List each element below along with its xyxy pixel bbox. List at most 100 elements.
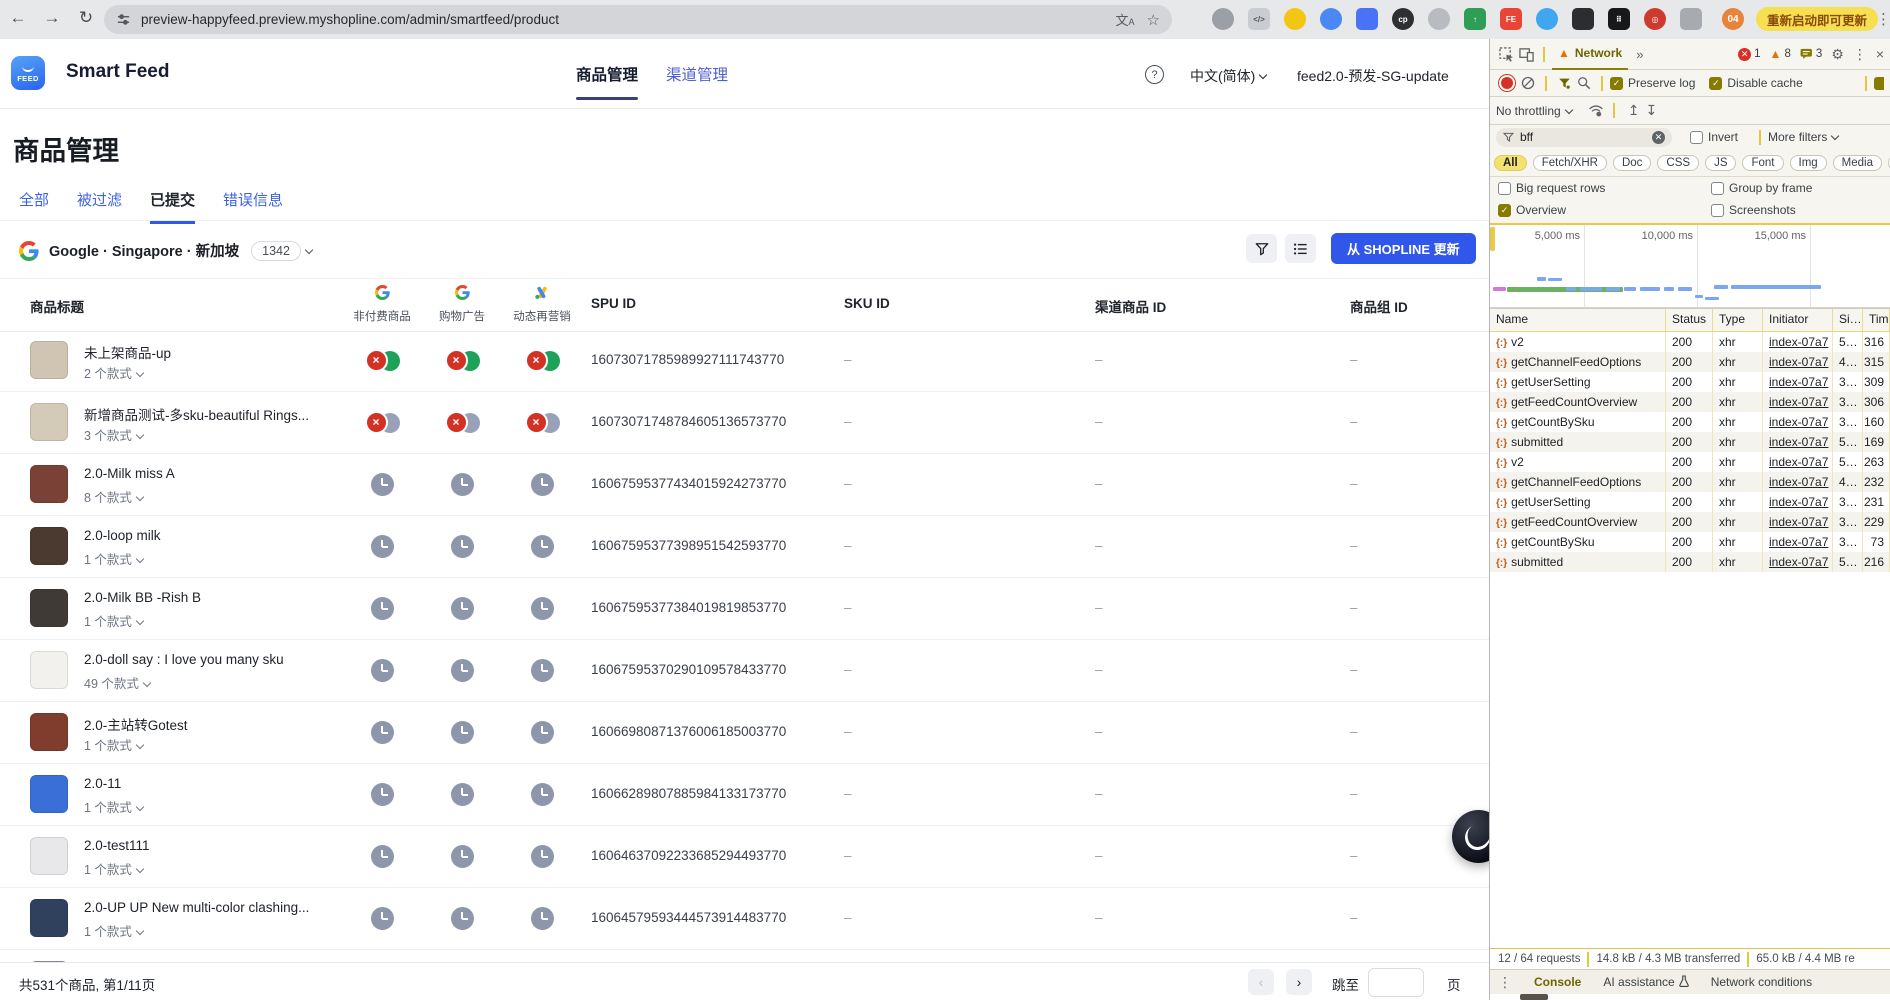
- network-conditions-icon[interactable]: [1586, 101, 1606, 121]
- grid-column-status[interactable]: Status: [1666, 309, 1713, 331]
- invert-checkbox[interactable]: [1690, 131, 1703, 144]
- extension-icon[interactable]: [1320, 8, 1342, 30]
- filter-chip-media[interactable]: Media: [1833, 155, 1882, 171]
- extension-badge[interactable]: 04: [1722, 8, 1744, 30]
- translate-icon[interactable]: 文A: [1116, 10, 1135, 29]
- table-row[interactable]: 新增商品测试-多sku-beautiful Rings...3 个款式×××16…: [0, 392, 1489, 454]
- initiator-link[interactable]: index-07a7: [1769, 515, 1828, 529]
- extension-icon[interactable]: cp: [1392, 8, 1414, 30]
- checkbox[interactable]: [1711, 204, 1724, 217]
- extension-icon[interactable]: [1284, 8, 1306, 30]
- grid-column-name[interactable]: Name: [1490, 309, 1666, 331]
- import-har-icon[interactable]: ↥: [1628, 102, 1640, 119]
- checkbox[interactable]: [1498, 204, 1511, 217]
- tab-errors[interactable]: 错误信息: [223, 189, 283, 224]
- product-variants[interactable]: 1 个款式: [84, 921, 143, 940]
- display-settings-button[interactable]: [1285, 234, 1316, 263]
- extension-icon[interactable]: FE: [1500, 8, 1522, 30]
- drawer-menu-icon[interactable]: ⋮: [1498, 974, 1512, 991]
- table-row[interactable]: 2.0-主站转Gotest1 个款式1606698087137600618500…: [0, 702, 1489, 764]
- extension-icon[interactable]: [1356, 8, 1378, 30]
- tab-filtered[interactable]: 被过滤: [77, 189, 122, 224]
- clear-filter-icon[interactable]: ✕: [1652, 131, 1665, 144]
- tab-product-management[interactable]: 商品管理: [576, 39, 638, 108]
- devtools-menu-icon[interactable]: ⋮: [1853, 46, 1867, 63]
- site-settings-icon[interactable]: [116, 12, 131, 27]
- extension-icon[interactable]: ↑: [1464, 8, 1486, 30]
- throttling-select[interactable]: No throttling: [1496, 104, 1572, 118]
- network-request-row[interactable]: {:}submitted200xhrindex-07a75…169: [1490, 432, 1890, 452]
- filter-button[interactable]: [1246, 234, 1277, 263]
- initiator-link[interactable]: index-07a7: [1769, 355, 1828, 369]
- network-request-row[interactable]: {:}getChannelFeedOptions200xhrindex-07a7…: [1490, 352, 1890, 372]
- checkbox[interactable]: [1498, 182, 1511, 195]
- initiator-link[interactable]: index-07a7: [1769, 555, 1828, 569]
- initiator-link[interactable]: index-07a7: [1769, 475, 1828, 489]
- settings-gear-icon[interactable]: ⚙: [1831, 46, 1844, 63]
- export-har-icon[interactable]: ↧: [1645, 102, 1657, 119]
- extension-icon[interactable]: </>: [1248, 8, 1270, 30]
- grid-column-time[interactable]: Time: [1863, 309, 1890, 331]
- table-row[interactable]: 2.0-111 个款式16066289807885984133173770–––: [0, 764, 1489, 826]
- forward-icon[interactable]: →: [40, 8, 64, 28]
- inspect-element-icon[interactable]: [1496, 44, 1516, 64]
- initiator-link[interactable]: index-07a7: [1769, 335, 1828, 349]
- extension-icon[interactable]: ◎: [1644, 8, 1666, 30]
- tab-submitted[interactable]: 已提交: [150, 189, 195, 224]
- option-big-request-rows[interactable]: Big request rows: [1498, 181, 1619, 195]
- help-icon[interactable]: ?: [1145, 65, 1164, 84]
- issues-count-badge[interactable]: 3: [1800, 48, 1822, 60]
- drawer-tab-console[interactable]: Console: [1534, 975, 1581, 989]
- device-toolbar-icon[interactable]: [1516, 44, 1536, 64]
- filter-chip-fetch-xhr[interactable]: Fetch/XHR: [1533, 155, 1607, 171]
- initiator-link[interactable]: index-07a7: [1769, 375, 1828, 389]
- table-row[interactable]: 2.0-Milk BB -Rish B1 个款式1606759537738401…: [0, 578, 1489, 640]
- filter-input[interactable]: bff ✕: [1496, 128, 1672, 147]
- browser-menu-icon[interactable]: ⋮: [1876, 10, 1890, 28]
- initiator-link[interactable]: index-07a7: [1769, 415, 1828, 429]
- tab-channel-management[interactable]: 渠道管理: [666, 39, 728, 108]
- address-bar[interactable]: preview-happyfeed.preview.myshopline.com…: [104, 5, 1172, 34]
- grid-column-initiator[interactable]: Initiator: [1763, 309, 1833, 331]
- product-variants[interactable]: 8 个款式: [84, 487, 143, 506]
- extension-icon[interactable]: ⠿: [1608, 8, 1630, 30]
- extension-icon[interactable]: [1212, 8, 1234, 30]
- timeline-handle[interactable]: [1490, 227, 1495, 251]
- search-icon[interactable]: [1574, 73, 1594, 93]
- network-request-row[interactable]: {:}getUserSetting200xhrindex-07a73…231: [1490, 492, 1890, 512]
- network-request-row[interactable]: {:}v2200xhrindex-07a75…316: [1490, 332, 1890, 352]
- initiator-link[interactable]: index-07a7: [1769, 395, 1828, 409]
- filter-chip-css[interactable]: CSS: [1657, 155, 1699, 171]
- network-request-row[interactable]: {:}submitted200xhrindex-07a75…216: [1490, 552, 1890, 572]
- tab-all[interactable]: 全部: [19, 189, 49, 224]
- initiator-link[interactable]: index-07a7: [1769, 495, 1828, 509]
- option-overview[interactable]: Overview: [1498, 203, 1580, 217]
- chevron-down-icon[interactable]: [305, 245, 313, 253]
- page-number-input[interactable]: [1368, 968, 1424, 997]
- extension-icon[interactable]: [1428, 8, 1450, 30]
- drawer-tab-ai-assistance[interactable]: AI assistance: [1603, 975, 1688, 990]
- option-group-by-frame[interactable]: Group by frame: [1711, 181, 1826, 195]
- table-row[interactable]: 2.0-loop milk1 个款式1606759537739895154259…: [0, 516, 1489, 578]
- extension-icon[interactable]: [1680, 8, 1702, 30]
- update-from-shopline-button[interactable]: 从 SHOPLINE 更新: [1331, 233, 1476, 264]
- product-variants[interactable]: 1 个款式: [84, 611, 143, 630]
- product-variants[interactable]: 2 个款式: [84, 363, 143, 382]
- extension-icon[interactable]: [1536, 8, 1558, 30]
- product-variants[interactable]: 1 个款式: [84, 859, 143, 878]
- checkbox-preserve-log[interactable]: [1610, 77, 1623, 90]
- record-icon[interactable]: [1501, 77, 1513, 89]
- network-request-row[interactable]: {:}v2200xhrindex-07a75…263: [1490, 452, 1890, 472]
- reload-icon[interactable]: ↻: [74, 8, 98, 28]
- warning-count-badge[interactable]: ▲8: [1770, 47, 1791, 61]
- more-tabs-icon[interactable]: »: [1636, 47, 1643, 62]
- option-screenshots[interactable]: Screenshots: [1711, 203, 1810, 217]
- network-request-row[interactable]: {:}getUserSetting200xhrindex-07a73…309: [1490, 372, 1890, 392]
- network-settings-icon[interactable]: [1874, 77, 1884, 90]
- filter-chip-img[interactable]: Img: [1790, 155, 1827, 171]
- filter-chip-all[interactable]: All: [1494, 155, 1527, 171]
- url-text[interactable]: preview-happyfeed.preview.myshopline.com…: [141, 12, 1104, 27]
- close-devtools-icon[interactable]: ×: [1876, 46, 1884, 62]
- product-variants[interactable]: 1 个款式: [84, 797, 143, 816]
- network-request-row[interactable]: {:}getCountBySku200xhrindex-07a73…160: [1490, 412, 1890, 432]
